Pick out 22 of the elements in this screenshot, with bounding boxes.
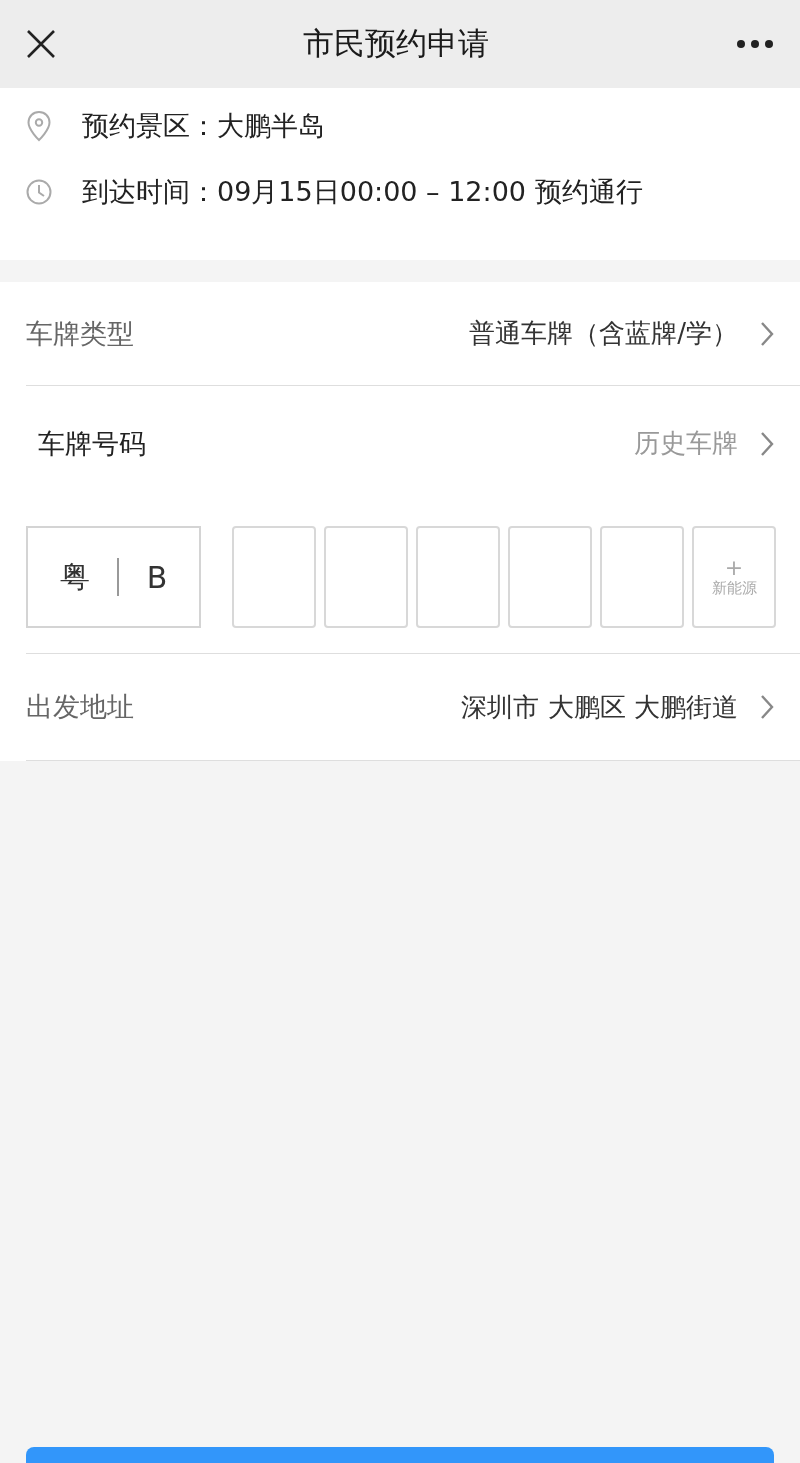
page-title: 市民预约申请 [303, 24, 489, 63]
plate-type-label: 车牌类型 [26, 316, 135, 351]
submit-button[interactable] [26, 1447, 774, 1463]
chevron-icon [760, 430, 774, 457]
info-text: 到达时间：09月15日00:00 – 12:00 预约通行 [82, 175, 643, 209]
plate-char-field[interactable] [324, 526, 408, 628]
plate-type-value[interactable]: 普通车牌（含蓝牌/学） [469, 316, 738, 351]
info-text: 预约景区：大鹏半岛 [82, 109, 325, 143]
clock-icon [26, 179, 52, 205]
more-icon[interactable] [736, 39, 774, 49]
close-icon[interactable] [26, 29, 56, 59]
plate-char-field[interactable] [508, 526, 592, 628]
plate-char-field[interactable] [416, 526, 500, 628]
plate-char-field[interactable] [600, 526, 684, 628]
chevron-icon [760, 320, 774, 347]
departure-label: 出发地址 [26, 690, 135, 724]
plate-prefix-field[interactable]: 粤 B [26, 526, 201, 628]
location-pin-icon [26, 110, 52, 142]
departure-value[interactable]: 深圳市 大鹏区 大鹏街道 [461, 689, 738, 725]
chevron-icon [760, 694, 774, 720]
plate-char-field[interactable] [232, 526, 316, 628]
plate-number-label: 车牌号码 [38, 426, 147, 461]
